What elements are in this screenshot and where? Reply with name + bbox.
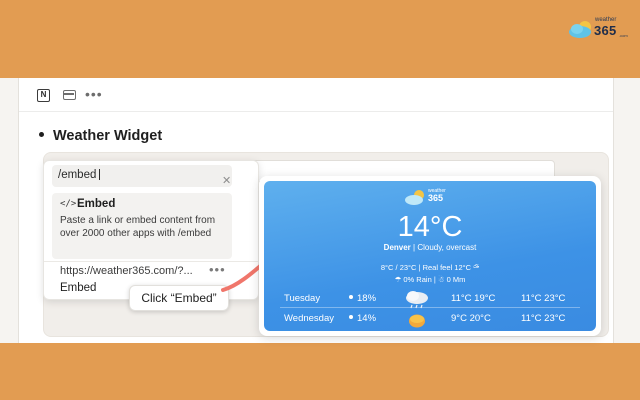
forecast-rain: 18% — [349, 293, 376, 304]
text-cursor — [99, 169, 101, 181]
temperature-details: 8°C / 23°C | Real feel 12°C ⛅︎ — [380, 263, 480, 272]
code-icon: </> — [60, 199, 77, 209]
cloud-sun-icon — [405, 190, 424, 205]
bullet-icon — [39, 131, 44, 137]
cloud-sun-icon — [569, 21, 591, 38]
condition: | Cloudy, overcast — [410, 243, 477, 252]
widget-logo-number: 365 — [428, 193, 444, 203]
location: Denver — [383, 243, 411, 252]
forecast-row: Wednesday 14% 9°C 20°C 11°C 23°C — [264, 311, 596, 329]
widget-logo: weather 365 — [404, 188, 454, 206]
forecast-day: Tuesday — [284, 293, 321, 304]
notion-page: N ••• Weather Widget /embed ✕ </> Embed … — [18, 78, 614, 343]
forecast-rain-value: 14% — [357, 313, 377, 324]
embed-option-title: Embed — [77, 198, 116, 210]
notion-icon[interactable]: N — [37, 89, 50, 102]
page-heading: Weather Widget — [39, 128, 162, 144]
heading-text: Weather Widget — [53, 128, 163, 144]
forecast-day: Wednesday — [284, 313, 334, 324]
forecast-temp-range: 11°C 19°C — [451, 293, 496, 304]
brand-suffix: .com — [619, 33, 628, 38]
location-condition: Denver | Cloudy, overcast — [264, 243, 596, 252]
forecast-divider — [280, 307, 580, 308]
command-input[interactable]: /embed ✕ — [52, 165, 232, 187]
weather-widget: weather 365 14°C Denver | Cloudy, overca… — [259, 176, 601, 336]
current-temperature: 14°C — [397, 211, 463, 243]
forecast-rain: 14% — [349, 313, 376, 324]
window-icon[interactable] — [63, 90, 76, 100]
rain-dot-icon — [349, 315, 353, 320]
embed-url[interactable]: https://weather365.com/?... — [60, 265, 193, 277]
weather-card: weather 365 14°C Denver | Cloudy, overca… — [264, 181, 596, 331]
rain-dot-icon — [349, 295, 353, 300]
brand-number: 365 — [594, 23, 617, 38]
forecast-temp-range: 11°C 23°C — [521, 313, 566, 324]
embed-option-description: Paste a link or embed content from over … — [60, 215, 216, 239]
forecast-rain-value: 18% — [357, 293, 377, 304]
forecast-temp-range: 9°C 20°C — [451, 313, 491, 324]
embed-option[interactable]: </> Embed Paste a link or embed content … — [52, 193, 232, 259]
precipitation-details: ☂ 0% Rain | ☃ 0 Mm — [394, 275, 466, 284]
weather365-logo: weather 365 .com — [568, 14, 634, 44]
click-embed-tooltip: Click “Embed” — [129, 285, 229, 311]
close-icon[interactable]: ✕ — [222, 174, 231, 187]
command-text: /embed — [58, 169, 97, 181]
page-topbar: N ••• — [19, 78, 613, 112]
forecast-temp-range: 11°C 23°C — [521, 293, 566, 304]
sun-icon — [409, 314, 425, 328]
more-icon[interactable]: ••• — [85, 86, 103, 102]
embed-button[interactable]: Embed — [60, 282, 96, 294]
